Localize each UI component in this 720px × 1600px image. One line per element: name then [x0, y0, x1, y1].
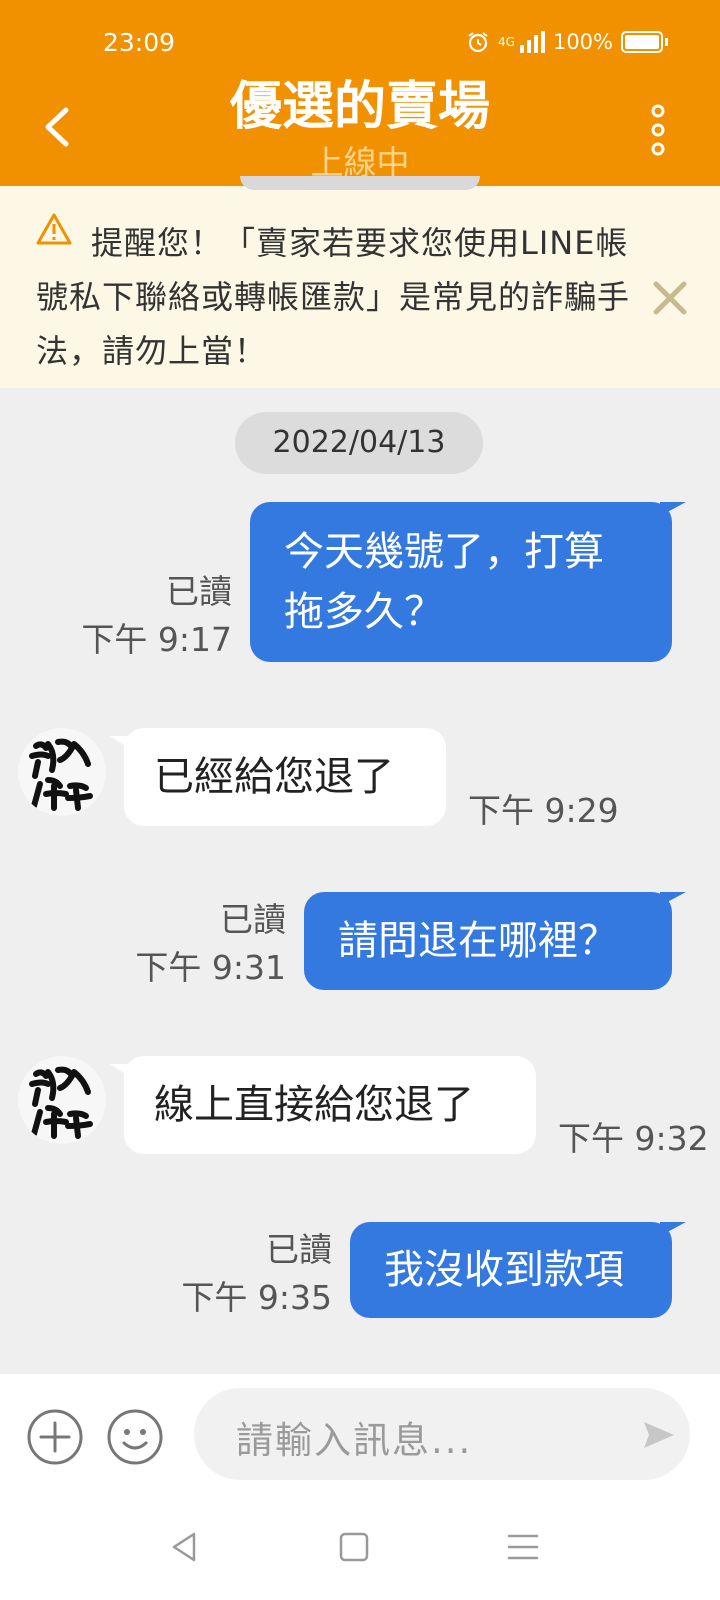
warning-text: 提醒您！「賣家若要求您使用LINE帳號私下聯絡或轉帳匯款」是常見的詐騙手法，請勿…: [36, 224, 631, 370]
network-label: 4G: [498, 35, 515, 49]
close-icon[interactable]: [652, 280, 688, 316]
bubble-tail: [110, 736, 128, 748]
battery-icon: [621, 31, 663, 53]
calligraphy-logo-icon: [29, 738, 93, 811]
plus-icon[interactable]: [26, 1408, 84, 1466]
emoji-icon[interactable]: [106, 1408, 164, 1466]
message-time: 下午 9:31: [135, 948, 286, 987]
bubble-tail: [660, 1222, 686, 1236]
read-status: 已讀: [220, 900, 286, 939]
alarm-icon: [468, 32, 488, 53]
message-text: 我沒收到款項: [384, 1247, 624, 1293]
outgoing-message[interactable]: 我沒收到款項: [350, 1222, 672, 1318]
more-vertical-icon[interactable]: [648, 104, 668, 156]
chat-title: 優選的賣場: [229, 77, 490, 137]
read-status: 已讀: [266, 1230, 332, 1269]
bubble-tail: [660, 892, 686, 906]
message-text: 今天幾號了，打算拖多久？: [284, 529, 604, 635]
outgoing-message[interactable]: 今天幾號了，打算拖多久？: [250, 502, 672, 662]
message-time: 下午 9:17: [81, 620, 232, 659]
battery-percent: 100%: [552, 30, 613, 54]
bubble-tail: [660, 502, 686, 516]
status-time: 23:09: [103, 28, 176, 57]
read-status: 已讀: [166, 572, 232, 611]
message-meta: 已讀 下午 9:31: [126, 896, 286, 992]
message-text: 線上直接給您退了: [154, 1082, 474, 1128]
status-icons: 4G 100%: [466, 30, 668, 54]
date-separator: 2022/04/13: [235, 412, 483, 474]
app-header: 23:09 4G 100% 優選的賣場 上線中: [0, 0, 720, 186]
incoming-message[interactable]: 已經給您退了: [124, 728, 446, 826]
message-meta: 已讀 下午 9:17: [70, 568, 232, 664]
previous-date-pill: [240, 176, 480, 190]
message-time: 下午 9:29: [468, 791, 619, 830]
seller-avatar[interactable]: [18, 1056, 106, 1144]
incoming-message[interactable]: 線上直接給您退了: [124, 1056, 536, 1154]
battery-tip: [665, 38, 668, 46]
message-meta: 已讀 下午 9:35: [170, 1226, 332, 1322]
signal-icon: [519, 31, 545, 53]
nav-back-icon[interactable]: [168, 1530, 202, 1564]
message-time: 下午 9:32: [558, 1119, 709, 1158]
nav-menu-icon[interactable]: [506, 1530, 540, 1564]
message-input-placeholder: 請輸入訊息...: [236, 1419, 473, 1462]
message-text: 已經給您退了: [154, 754, 394, 800]
bubble-tail: [110, 1064, 128, 1076]
nav-home-icon[interactable]: [337, 1530, 371, 1564]
message-text: 請問退在哪裡？: [338, 918, 618, 964]
send-icon[interactable]: [642, 1418, 676, 1452]
outgoing-message[interactable]: 請問退在哪裡？: [304, 892, 672, 990]
message-time: 下午 9:35: [181, 1278, 332, 1317]
seller-avatar[interactable]: [18, 728, 106, 816]
calligraphy-logo-icon: [29, 1066, 93, 1139]
